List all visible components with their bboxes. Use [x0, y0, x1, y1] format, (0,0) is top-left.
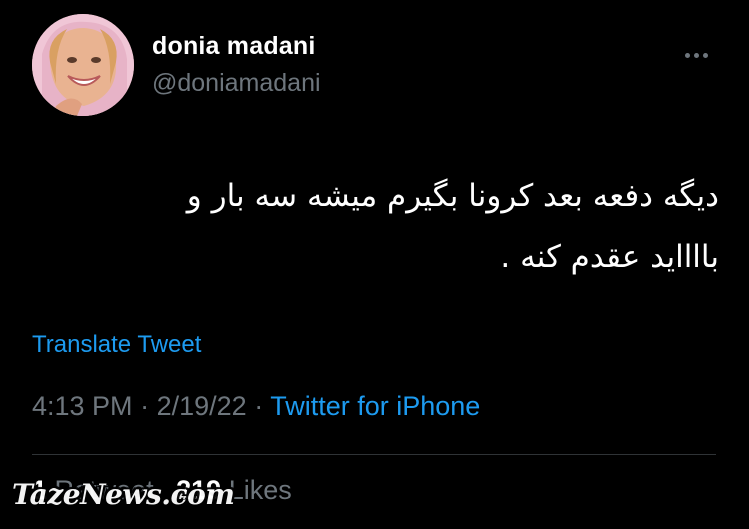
author-display-name[interactable]: donia madani	[152, 32, 316, 61]
watermark: TazeNews.com	[12, 478, 235, 511]
tweet-text-line: بااااید عقدم کنه .	[500, 239, 719, 275]
tweet-source-link[interactable]: Twitter for iPhone	[270, 391, 480, 421]
translate-tweet-link[interactable]: Translate Tweet	[32, 331, 201, 359]
avatar[interactable]	[32, 14, 134, 116]
meta-separator: ·	[254, 391, 264, 421]
divider	[32, 454, 716, 455]
tweet-time[interactable]: 4:13 PM	[32, 391, 133, 421]
author-handle[interactable]: @doniamadani	[152, 69, 321, 98]
avatar-image	[32, 14, 134, 116]
tweet-meta: 4:13 PM · 2/19/22 · Twitter for iPhone	[32, 391, 480, 422]
tweet-date[interactable]: 2/19/22	[157, 391, 247, 421]
meta-separator: ·	[140, 391, 150, 421]
tweet-text: دیگه دفعه بعد کرونا بگیرم میشه سه بار و …	[119, 166, 719, 288]
likes-label: Likes	[228, 475, 292, 505]
more-dots-icon[interactable]	[685, 45, 715, 58]
tweet-text-line: دیگه دفعه بعد کرونا بگیرم میشه سه بار و	[186, 178, 719, 214]
